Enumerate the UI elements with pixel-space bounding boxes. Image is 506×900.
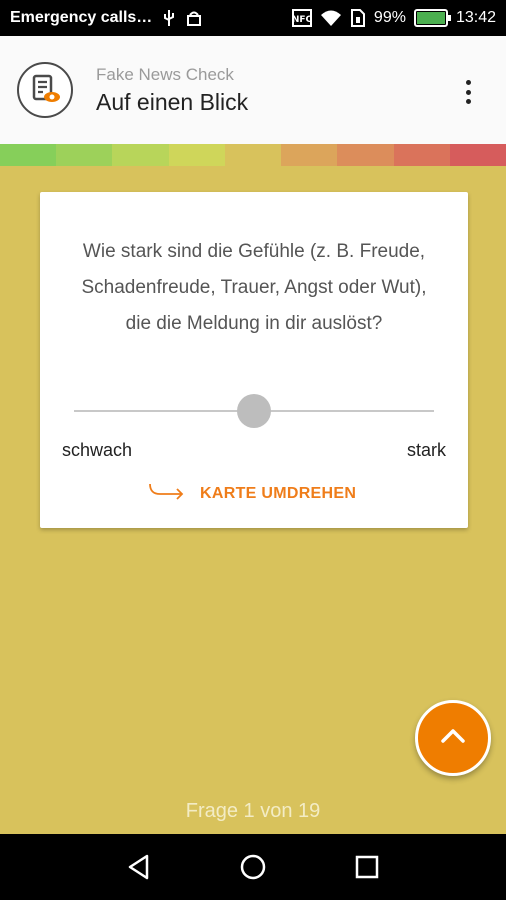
back-triangle-icon[interactable] (121, 849, 157, 885)
progress-segment (112, 144, 169, 166)
flip-card-button[interactable]: KARTE UMDREHEN (148, 482, 356, 505)
app-bar: Fake News Check Auf einen Blick (0, 36, 506, 144)
slider-min-label: schwach (62, 440, 133, 460)
chevron-up-icon (440, 728, 466, 749)
progress-segment (337, 144, 394, 166)
carrier-text: Emergency calls… (10, 9, 153, 26)
app-subtitle: Fake News Check (96, 64, 234, 84)
status-bar: Emergency calls… NFC 99% 13:42 (0, 0, 506, 36)
wifi-icon (320, 9, 342, 27)
question-text: Wie stark sind die Gefühle (z. B. Freude… (81, 241, 427, 334)
app-titles: Fake News Check Auf einen Blick (96, 65, 248, 116)
progress-segment (224, 144, 282, 166)
nfc-icon: NFC (291, 9, 312, 27)
menu-dot (465, 89, 471, 95)
more-vert-icon[interactable] (456, 78, 480, 106)
progress-segment (281, 144, 338, 166)
progress-segment (393, 144, 450, 166)
battery-icon (413, 9, 451, 27)
slider-max-label: stark (406, 440, 446, 460)
slider-thumb[interactable] (237, 394, 271, 428)
clock: 13:42 (455, 9, 496, 26)
recent-square-icon[interactable] (349, 849, 385, 885)
question-counter: Frage 1 von 19 (185, 800, 321, 822)
status-left: Emergency calls… (10, 9, 202, 27)
menu-dot (465, 99, 471, 104)
progress-segment (56, 144, 113, 166)
battery-fill (416, 12, 445, 24)
question-card: Wie stark sind die Gefühle (z. B. Freude… (40, 192, 468, 528)
navigation-bar (0, 834, 506, 900)
progress-segment (0, 144, 57, 166)
sim-icon (350, 9, 366, 27)
progress-segment (168, 144, 225, 166)
page-title: Auf einen Blick (96, 88, 249, 115)
nfc-text: NFC (292, 15, 312, 25)
battery-percent: 99% (373, 9, 406, 26)
menu-dot (465, 80, 471, 85)
progress-color-strip (0, 144, 506, 166)
android-debug-icon (186, 9, 202, 27)
flip-card-label: KARTE UMDREHEN (200, 484, 357, 502)
progress-segment (449, 144, 506, 166)
scroll-up-button[interactable] (415, 700, 491, 776)
usb-icon (162, 9, 176, 27)
document-eye-icon (17, 62, 73, 118)
arrow-turn-right-icon (148, 482, 186, 505)
emotion-slider[interactable] (74, 394, 434, 428)
status-right: NFC 99% 13:42 (291, 9, 496, 27)
home-circle-icon[interactable] (235, 849, 271, 885)
